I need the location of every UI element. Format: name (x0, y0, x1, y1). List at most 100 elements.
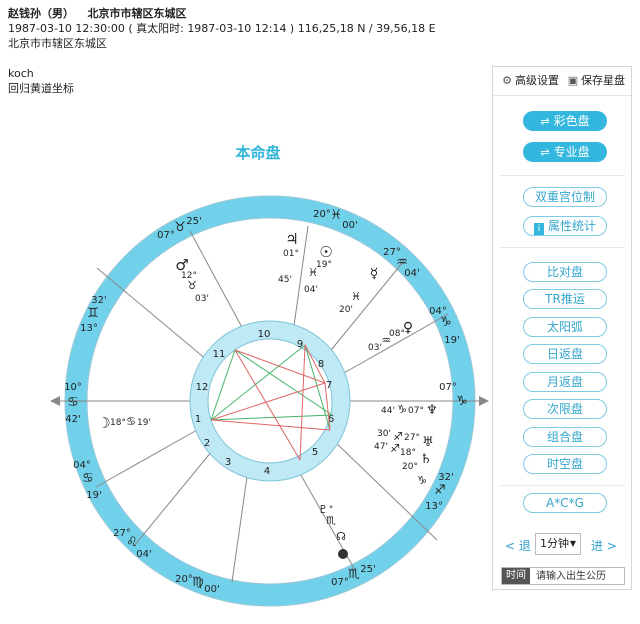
taurus-icon: ♉ (174, 220, 186, 235)
house-11: 11 (213, 349, 226, 360)
svg-text:32': 32' (91, 295, 106, 306)
house-4: 4 (264, 466, 270, 477)
pisces-small-icon: ♓ (308, 266, 318, 279)
panel-toolbar: ⚙ 高级设置 ▣ 保存星盘 (493, 67, 631, 96)
house-7: 7 (326, 380, 332, 391)
aquarius-small-icon: ♒ (381, 334, 391, 347)
capricorn-icon: ♑ (440, 315, 452, 330)
svg-text:25': 25' (360, 564, 375, 575)
svg-text:19': 19' (86, 490, 101, 501)
birth-time-input[interactable] (532, 568, 626, 584)
house-1: 1 (195, 414, 201, 425)
node-icon: ☊ (336, 530, 346, 543)
lunar-return-button[interactable]: 月返盘 (523, 372, 607, 392)
svg-text:04': 04' (404, 268, 419, 279)
caret-down-icon: ▼ (569, 539, 576, 548)
acg-button[interactable]: A*C*G (523, 493, 607, 513)
pro-chart-button[interactable]: ⇌ 专业盘 (523, 142, 607, 162)
svg-text:19': 19' (137, 418, 151, 428)
cancer-small-icon: ♋ (126, 415, 136, 428)
sagittarius-icon: ♐ (434, 483, 446, 498)
svg-text:08°: 08° (389, 329, 405, 339)
solar-arc-button[interactable]: 太阳弧 (523, 317, 607, 337)
svg-text:42': 42' (65, 414, 80, 425)
svg-text:13°: 13° (80, 323, 98, 334)
asc-arrow (50, 396, 60, 406)
svg-text:07°: 07° (157, 230, 175, 241)
scorpio-icon: ♏ (348, 567, 360, 582)
svg-text:13°: 13° (425, 501, 443, 512)
sagittarius-small-2-icon: ♐ (390, 442, 400, 455)
floppy-icon: ▣ (567, 74, 579, 87)
color-chart-button[interactable]: ⇌ 彩色盘 (523, 111, 607, 131)
svg-text:25': 25' (186, 216, 201, 227)
divider (499, 175, 625, 176)
synastry-button[interactable]: 比对盘 (523, 262, 607, 282)
scorpio-small-icon: ♏ (326, 514, 336, 527)
divider-3 (499, 485, 625, 486)
pisces-small-2-icon: ♓ (351, 290, 361, 303)
planet-neptune[interactable]: 44' ♑ 07° ♆ (381, 403, 438, 418)
save-chart-button[interactable]: ▣ 保存星盘 (567, 74, 625, 88)
capricorn-small-2-icon: ♑ (417, 474, 427, 487)
capricorn-small-icon: ♑ (397, 403, 407, 416)
time-input-bar: 时间 (501, 567, 626, 585)
gear-icon: ⚙ (502, 74, 512, 87)
house-5: 5 (312, 447, 318, 458)
virgo-icon: ♍ (192, 575, 204, 590)
uranus-icon: ♅ (422, 435, 434, 450)
svg-text:07°: 07° (331, 577, 349, 588)
house-2: 2 (204, 438, 210, 449)
swap-arrows-icon: ⇌ (540, 115, 550, 128)
svg-text:03': 03' (368, 343, 382, 353)
svg-text:00': 00' (204, 584, 219, 595)
svg-text:00': 00' (342, 220, 357, 231)
moon-icon: ☽ (97, 414, 110, 432)
cancer-icon: ♋ (82, 471, 94, 486)
step-back-link[interactable]: < 退 (505, 537, 531, 554)
mercury-icon: ☿ (370, 266, 379, 282)
dsc-arrow (479, 396, 489, 406)
progression-button[interactable]: 次限盘 (523, 399, 607, 419)
attribute-stats-button[interactable]: i 属性统计 (523, 216, 607, 236)
davison-button[interactable]: 时空盘 (523, 454, 607, 474)
advanced-settings-button[interactable]: ⚙ 高级设置 (501, 74, 559, 88)
svg-text:03': 03' (195, 294, 209, 304)
svg-text:18°: 18° (400, 448, 416, 458)
capricorn-2-icon: ♑ (456, 394, 468, 409)
svg-text:47': 47' (374, 442, 388, 452)
taurus-small-icon: ♉ (187, 279, 197, 292)
divider-2 (499, 247, 625, 248)
info-icon: i (533, 223, 544, 235)
svg-text:07°: 07° (439, 382, 457, 393)
svg-text:32': 32' (438, 472, 453, 483)
part-of-fortune-icon (338, 549, 348, 559)
chart-options-panel: ⚙ 高级设置 ▣ 保存星盘 ⇌ 彩色盘 ⇌ 专业盘 双重宫位制 i 属性统计 比对盘 TR… (492, 66, 632, 590)
sun-icon: ☉ (319, 243, 332, 261)
house-12: 12 (196, 382, 209, 393)
leo-icon: ♌ (126, 535, 138, 550)
saturn-icon: ♄ (420, 452, 432, 467)
jupiter-icon: ♃ (285, 230, 298, 248)
solar-return-button[interactable]: 日返盘 (523, 344, 607, 364)
svg-text:20°: 20° (313, 209, 331, 220)
svg-text:18°: 18° (110, 418, 126, 428)
cancer-2-icon: ♋ (67, 395, 79, 410)
svg-text:30': 30' (377, 429, 391, 439)
svg-text:20': 20' (339, 305, 353, 315)
house-10: 10 (258, 329, 271, 340)
svg-text:20°: 20° (402, 462, 418, 472)
svg-text:04': 04' (304, 285, 318, 295)
step-forward-link[interactable]: 进 > (591, 537, 617, 554)
dual-house-button[interactable]: 双重宫位制 (523, 187, 607, 207)
time-step-select[interactable]: 1分钟 ▼ (535, 533, 581, 555)
svg-text:04': 04' (136, 549, 151, 560)
svg-text:45': 45' (278, 275, 292, 285)
composite-button[interactable]: 组合盘 (523, 427, 607, 447)
natal-chart-wheel[interactable]: 1 2 3 4 5 6 7 8 9 10 11 12 20° ♓ 00' 27°… (0, 0, 490, 624)
svg-text:19°: 19° (316, 260, 332, 270)
svg-text:44': 44' (381, 406, 395, 416)
svg-text:04°: 04° (73, 460, 91, 471)
svg-text:27°: 27° (404, 433, 420, 443)
transit-button[interactable]: TR推运 (523, 289, 607, 309)
